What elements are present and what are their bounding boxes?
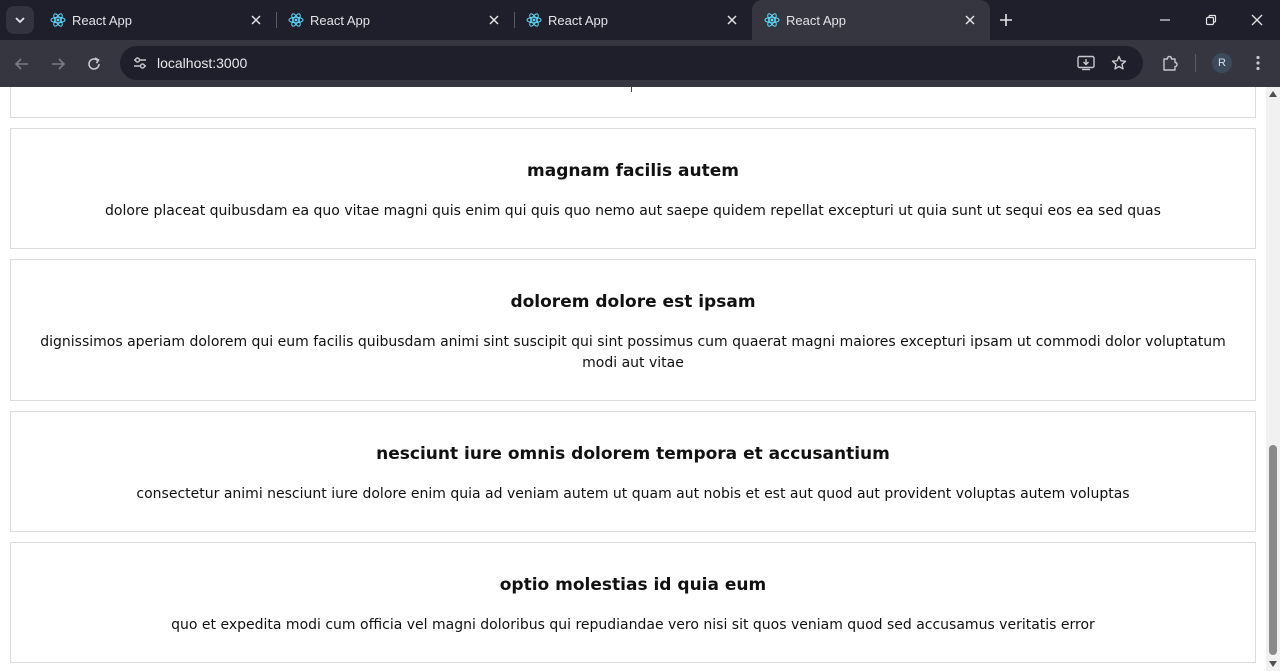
post-body: dignissimos aperiam dolorem qui eum faci… xyxy=(40,334,1226,371)
post-body: quo et expedita modi cum officia vel mag… xyxy=(171,617,1095,633)
post-body: dolore placeat quibusdam ea quo vitae ma… xyxy=(105,203,1161,219)
post-title: magnam facilis autem xyxy=(527,161,739,181)
minimize-icon xyxy=(1160,19,1170,21)
arrow-right-icon xyxy=(52,58,66,70)
extensions-button[interactable] xyxy=(1158,51,1182,75)
react-logo-icon xyxy=(526,13,542,27)
scroll-down-arrow-icon[interactable] xyxy=(1269,661,1277,667)
reload-icon xyxy=(88,57,100,70)
toolbar-divider xyxy=(1195,54,1196,72)
browser-menu-button[interactable] xyxy=(1246,51,1270,75)
browser-toolbar: localhost:3000 R xyxy=(0,40,1280,87)
plus-icon xyxy=(1000,14,1012,26)
restore-icon xyxy=(1205,14,1217,26)
back-button[interactable] xyxy=(8,50,36,78)
url-text: localhost:3000 xyxy=(157,55,248,71)
puzzle-icon xyxy=(1163,55,1178,71)
reload-button[interactable] xyxy=(80,50,108,78)
chevron-down-icon xyxy=(15,17,25,24)
tab-title: React App xyxy=(786,13,846,28)
post-card: magnam facilis autem dolore placeat quib… xyxy=(10,128,1256,249)
bookmark-button[interactable] xyxy=(1107,51,1131,75)
arrow-left-icon xyxy=(14,58,28,70)
close-icon xyxy=(1251,14,1263,26)
tab-close-icon[interactable] xyxy=(962,12,978,28)
tab-close-icon[interactable] xyxy=(248,12,264,28)
post-title: dolorem dolore est ipsam xyxy=(510,292,756,312)
tab-title: React App xyxy=(548,13,608,28)
react-logo-icon xyxy=(288,13,304,27)
kebab-menu-icon xyxy=(1256,55,1260,71)
tab-title: React App xyxy=(310,13,370,28)
post-title: optio molestias id quia eum xyxy=(499,575,767,595)
star-icon xyxy=(1111,55,1127,70)
browser-tab[interactable]: React App xyxy=(38,0,276,40)
install-app-button[interactable] xyxy=(1074,51,1098,75)
address-bar[interactable]: localhost:3000 xyxy=(120,46,1143,80)
post-title: nesciunt iure omnis dolorem tempora et a… xyxy=(376,444,890,464)
post-card-partial xyxy=(10,87,1256,118)
post-card: nesciunt iure omnis dolorem tempora et a… xyxy=(10,411,1256,532)
post-body: consectetur animi nesciunt iure dolore e… xyxy=(136,486,1130,502)
minimize-button[interactable] xyxy=(1142,0,1188,40)
tab-title: React App xyxy=(72,13,132,28)
tune-icon xyxy=(134,57,146,69)
post-card: optio molestias id quia eum quo et exped… xyxy=(10,542,1256,663)
text-fragment xyxy=(631,87,632,92)
tab-search-button[interactable] xyxy=(6,6,34,34)
post-card: dolorem dolore est ipsam dignissimos ape… xyxy=(10,259,1256,401)
tab-close-icon[interactable] xyxy=(724,12,740,28)
react-logo-icon xyxy=(764,13,780,27)
page-viewport: magnam facilis autem dolore placeat quib… xyxy=(0,87,1266,671)
page-scrollbar[interactable] xyxy=(1266,87,1280,671)
profile-avatar[interactable]: R xyxy=(1212,53,1232,73)
forward-button[interactable] xyxy=(44,50,72,78)
tab-strip: React App React App React App React App xyxy=(0,0,1280,40)
browser-tab[interactable]: React App xyxy=(276,0,514,40)
scrollbar-thumb[interactable] xyxy=(1269,445,1277,655)
browser-tab[interactable]: React App xyxy=(514,0,752,40)
scroll-up-arrow-icon[interactable] xyxy=(1269,91,1277,97)
site-info-button[interactable] xyxy=(128,51,152,75)
close-window-button[interactable] xyxy=(1234,0,1280,40)
install-app-icon xyxy=(1077,55,1095,71)
react-logo-icon xyxy=(50,13,66,27)
browser-tab-active[interactable]: React App xyxy=(752,0,990,40)
restore-button[interactable] xyxy=(1188,0,1234,40)
tab-close-icon[interactable] xyxy=(486,12,502,28)
new-tab-button[interactable] xyxy=(994,8,1018,32)
